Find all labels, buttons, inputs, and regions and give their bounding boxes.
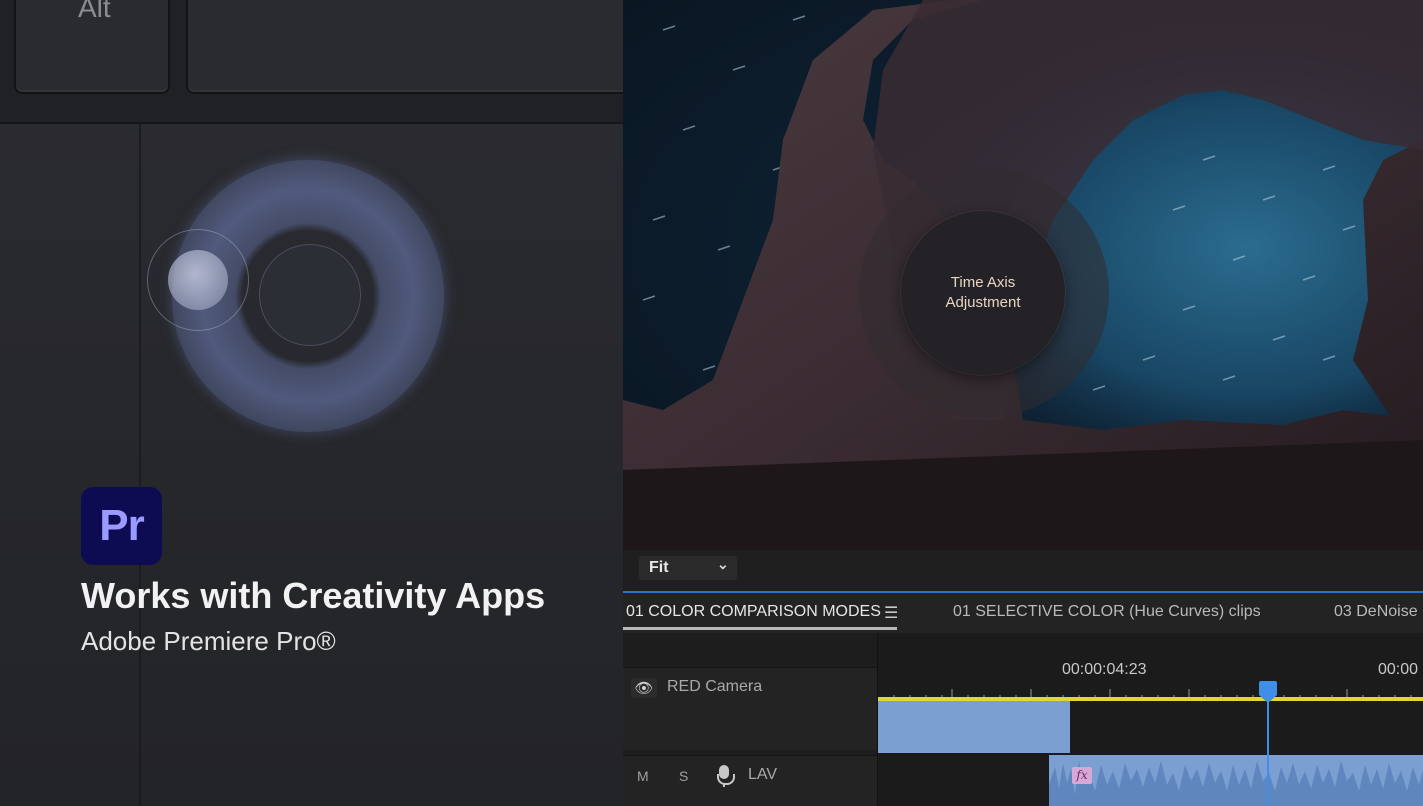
timeline-panel[interactable]: 00:00:04:23 00:00 fx [877, 633, 1423, 806]
audio-clip[interactable] [1049, 755, 1423, 806]
fx-icon[interactable]: fx [1072, 767, 1092, 784]
audio-track-header: M S LAV [623, 755, 877, 806]
track-headers: 👁 RED Camera M S LAV [623, 633, 877, 806]
audio-waveform [1049, 761, 1423, 806]
tab-denoise[interactable]: 03 DeNoise [1334, 603, 1418, 621]
playhead-tip [1259, 695, 1277, 703]
keyboard-row: Alt [0, 0, 623, 122]
dial-label-line1: Time Axis [950, 274, 1016, 291]
timecode-label: 00:00:04:23 [1062, 661, 1147, 678]
mic-stem [723, 784, 725, 787]
divider [139, 124, 141, 806]
alt-key: Alt [14, 0, 170, 94]
premiere-logo-text: Pr [99, 501, 144, 550]
zoom-select[interactable]: Fit ⌄ [639, 556, 737, 580]
dial-label-line2: Adjustment [945, 294, 1021, 311]
tab-color-comparison[interactable]: 01 COLOR COMPARISON MODES [626, 603, 881, 621]
video-track-name: RED Camera [667, 678, 763, 695]
promo-headline: Works with Creativity Apps [81, 575, 546, 616]
premiere-ui: Time Axis Adjustment Fit ⌄ 01 COLOR COMP… [623, 0, 1423, 806]
audio-track-name: LAV [748, 766, 778, 783]
timecode-label: 00:00 [1378, 661, 1419, 678]
device-photo-panel: Alt Pr Works with Creativity Apps Adobe … [0, 0, 623, 806]
active-tab-indicator [623, 627, 897, 630]
tab-selective-color[interactable]: 01 SELECTIVE COLOR (Hue Curves) clips [953, 603, 1261, 621]
promo-subline: Adobe Premiere Pro® [81, 626, 336, 656]
playhead-handle[interactable] [1259, 681, 1277, 695]
zoom-select-value: Fit [649, 559, 669, 576]
dial-function-label: Time Axis Adjustment [923, 273, 1043, 313]
program-monitor: Time Axis Adjustment [623, 0, 1423, 550]
screen: Alt Pr Works with Creativity Apps Adobe … [0, 0, 1423, 806]
chevron-down-icon: ⌄ [717, 556, 729, 572]
divider [0, 122, 623, 124]
sequence-tabs: 01 COLOR COMPARISON MODES ☰ 01 SELECTIVE… [623, 593, 1423, 633]
premiere-pro-logo: Pr [81, 487, 162, 565]
playhead-line [1267, 693, 1269, 806]
mute-button[interactable]: M [637, 768, 649, 784]
radial-menu-center[interactable]: Time Axis Adjustment [901, 211, 1065, 375]
video-clip[interactable] [878, 701, 1070, 753]
dial-center [259, 244, 361, 346]
eye-icon[interactable]: 👁 [631, 678, 657, 698]
video-track-header: 👁 RED Camera [623, 667, 877, 750]
touch-point [168, 250, 228, 310]
space-key [186, 0, 623, 94]
monitor-controls: Fit ⌄ [623, 550, 1423, 592]
menu-icon[interactable]: ☰ [884, 603, 898, 622]
mic-base [717, 774, 735, 785]
solo-button[interactable]: S [679, 768, 688, 784]
alt-key-label: Alt [78, 0, 111, 23]
